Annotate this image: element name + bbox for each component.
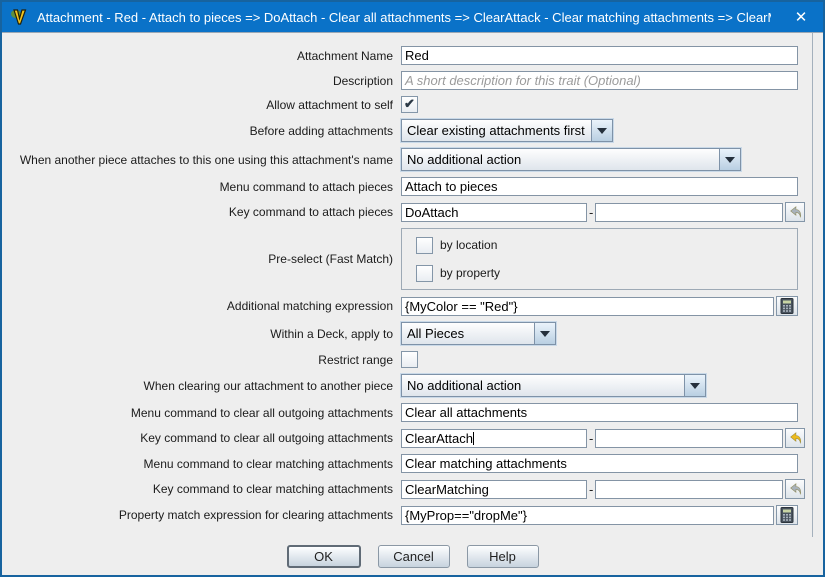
by-property-label: by property [440,266,500,280]
match-expr-label: Additional matching expression [2,299,401,313]
key-clear-matching-name-input[interactable]: ClearMatching [401,480,587,499]
row-menu-attach: Menu command to attach pieces Attach to … [2,177,823,196]
dropdown-arrow-icon [534,323,555,344]
on-attach-value: No additional action [402,149,719,170]
key-clear-matching-value: ClearMatching [405,482,489,497]
row-on-clear: When clearing our attachment to another … [2,374,823,397]
key-attach-label: Key command to attach pieces [2,205,401,219]
fast-match-by-location-row: by location [416,237,797,254]
dropdown-arrow-icon [591,120,612,141]
allow-self-label: Allow attachment to self [2,98,401,112]
row-before-adding: Before adding attachments Clear existing… [2,119,823,142]
undo-icon[interactable] [785,479,805,499]
before-adding-label: Before adding attachments [2,124,401,138]
undo-icon[interactable] [785,202,805,222]
row-attachment-name: Attachment Name Red [2,46,823,65]
menu-clear-matching-input[interactable]: Clear matching attachments [401,454,798,473]
row-menu-clear-matching: Menu command to clear matching attachmen… [2,454,823,473]
description-input[interactable]: A short description for this trait (Opti… [401,71,798,90]
vassal-icon [9,7,29,27]
fast-match-by-property-row: by property [416,265,797,282]
dialog-content: Attachment Name Red Description A short … [2,32,823,577]
within-deck-label: Within a Deck, apply to [2,327,401,341]
key-clear-all-keystroke-input[interactable] [595,429,783,448]
row-key-clear-matching: Key command to clear matching attachment… [2,479,823,499]
key-clear-all-label: Key command to clear all outgoing attach… [2,431,401,445]
menu-clear-matching-value: Clear matching attachments [405,456,567,471]
menu-clear-all-value: Clear all attachments [405,405,527,420]
restrict-range-label: Restrict range [2,353,401,367]
text-caret [473,432,474,445]
undo-icon[interactable] [785,428,805,448]
key-separator: - [589,431,593,446]
attachment-name-label: Attachment Name [2,49,401,63]
attachment-name-input[interactable]: Red [401,46,798,65]
dialog-buttons: OK Cancel Help [2,545,823,568]
menu-attach-label: Menu command to attach pieces [2,180,401,194]
dropdown-arrow-icon [684,375,705,396]
calculator-icon[interactable] [776,296,798,316]
window-title: Attachment - Red - Attach to pieces => D… [37,10,771,25]
match-expr-value: {MyColor == "Red"} [405,299,518,314]
row-within-deck: Within a Deck, apply to All Pieces [2,322,823,345]
description-label: Description [2,74,401,88]
help-button[interactable]: Help [467,545,539,568]
key-clear-matching-keystroke-input[interactable] [595,480,783,499]
row-fast-match: Pre-select (Fast Match) by location by p… [2,228,823,290]
on-attach-label: When another piece attaches to this one … [2,153,401,167]
key-attach-name-input[interactable]: DoAttach [401,203,587,222]
description-placeholder: A short description for this trait (Opti… [405,73,641,88]
within-deck-value: All Pieces [402,323,534,344]
menu-clear-all-input[interactable]: Clear all attachments [401,403,798,422]
allow-self-checkbox[interactable] [401,96,418,113]
by-property-checkbox[interactable] [416,265,433,282]
key-clear-all-value: ClearAttach [405,431,473,446]
ok-button[interactable]: OK [287,545,361,568]
row-match-expr: Additional matching expression {MyColor … [2,296,823,316]
clear-expr-label: Property match expression for clearing a… [2,508,401,522]
on-clear-label: When clearing our attachment to another … [2,379,401,393]
row-on-attach: When another piece attaches to this one … [2,148,823,171]
key-separator: - [589,205,593,220]
menu-clear-all-label: Menu command to clear all outgoing attac… [2,406,401,420]
dropdown-arrow-icon [719,149,740,170]
by-location-checkbox[interactable] [416,237,433,254]
attachment-name-value: Red [405,48,429,63]
fast-match-panel: by location by property [401,228,798,290]
close-icon[interactable]: ✕ [779,2,823,32]
row-clear-expr: Property match expression for clearing a… [2,505,823,525]
row-menu-clear-all: Menu command to clear all outgoing attac… [2,403,823,422]
key-attach-keystroke-input[interactable] [595,203,783,222]
key-attach-value: DoAttach [405,205,458,220]
attachment-dialog: Attachment - Red - Attach to pieces => D… [0,0,825,577]
row-key-clear-all: Key command to clear all outgoing attach… [2,428,823,448]
clear-expr-input[interactable]: {MyProp=="dropMe"} [401,506,774,525]
clear-expr-value: {MyProp=="dropMe"} [405,508,527,523]
row-key-attach: Key command to attach pieces DoAttach - [2,202,823,222]
cancel-button[interactable]: Cancel [378,545,450,568]
restrict-range-checkbox[interactable] [401,351,418,368]
on-clear-select[interactable]: No additional action [401,374,706,397]
key-clear-matching-label: Key command to clear matching attachment… [2,482,401,496]
key-separator: - [589,482,593,497]
titlebar: Attachment - Red - Attach to pieces => D… [2,2,823,32]
before-adding-value: Clear existing attachments first [402,120,591,141]
row-restrict-range: Restrict range [2,351,823,368]
within-deck-select[interactable]: All Pieces [401,322,556,345]
on-clear-value: No additional action [402,375,684,396]
before-adding-select[interactable]: Clear existing attachments first [401,119,613,142]
menu-attach-value: Attach to pieces [405,179,498,194]
row-allow-self: Allow attachment to self [2,96,823,113]
calculator-icon[interactable] [776,505,798,525]
row-description: Description A short description for this… [2,71,823,90]
by-location-label: by location [440,238,497,252]
match-expr-input[interactable]: {MyColor == "Red"} [401,297,774,316]
fast-match-label: Pre-select (Fast Match) [2,252,401,266]
key-clear-all-name-input[interactable]: ClearAttach [401,429,587,448]
on-attach-select[interactable]: No additional action [401,148,741,171]
menu-attach-input[interactable]: Attach to pieces [401,177,798,196]
menu-clear-matching-label: Menu command to clear matching attachmen… [2,457,401,471]
